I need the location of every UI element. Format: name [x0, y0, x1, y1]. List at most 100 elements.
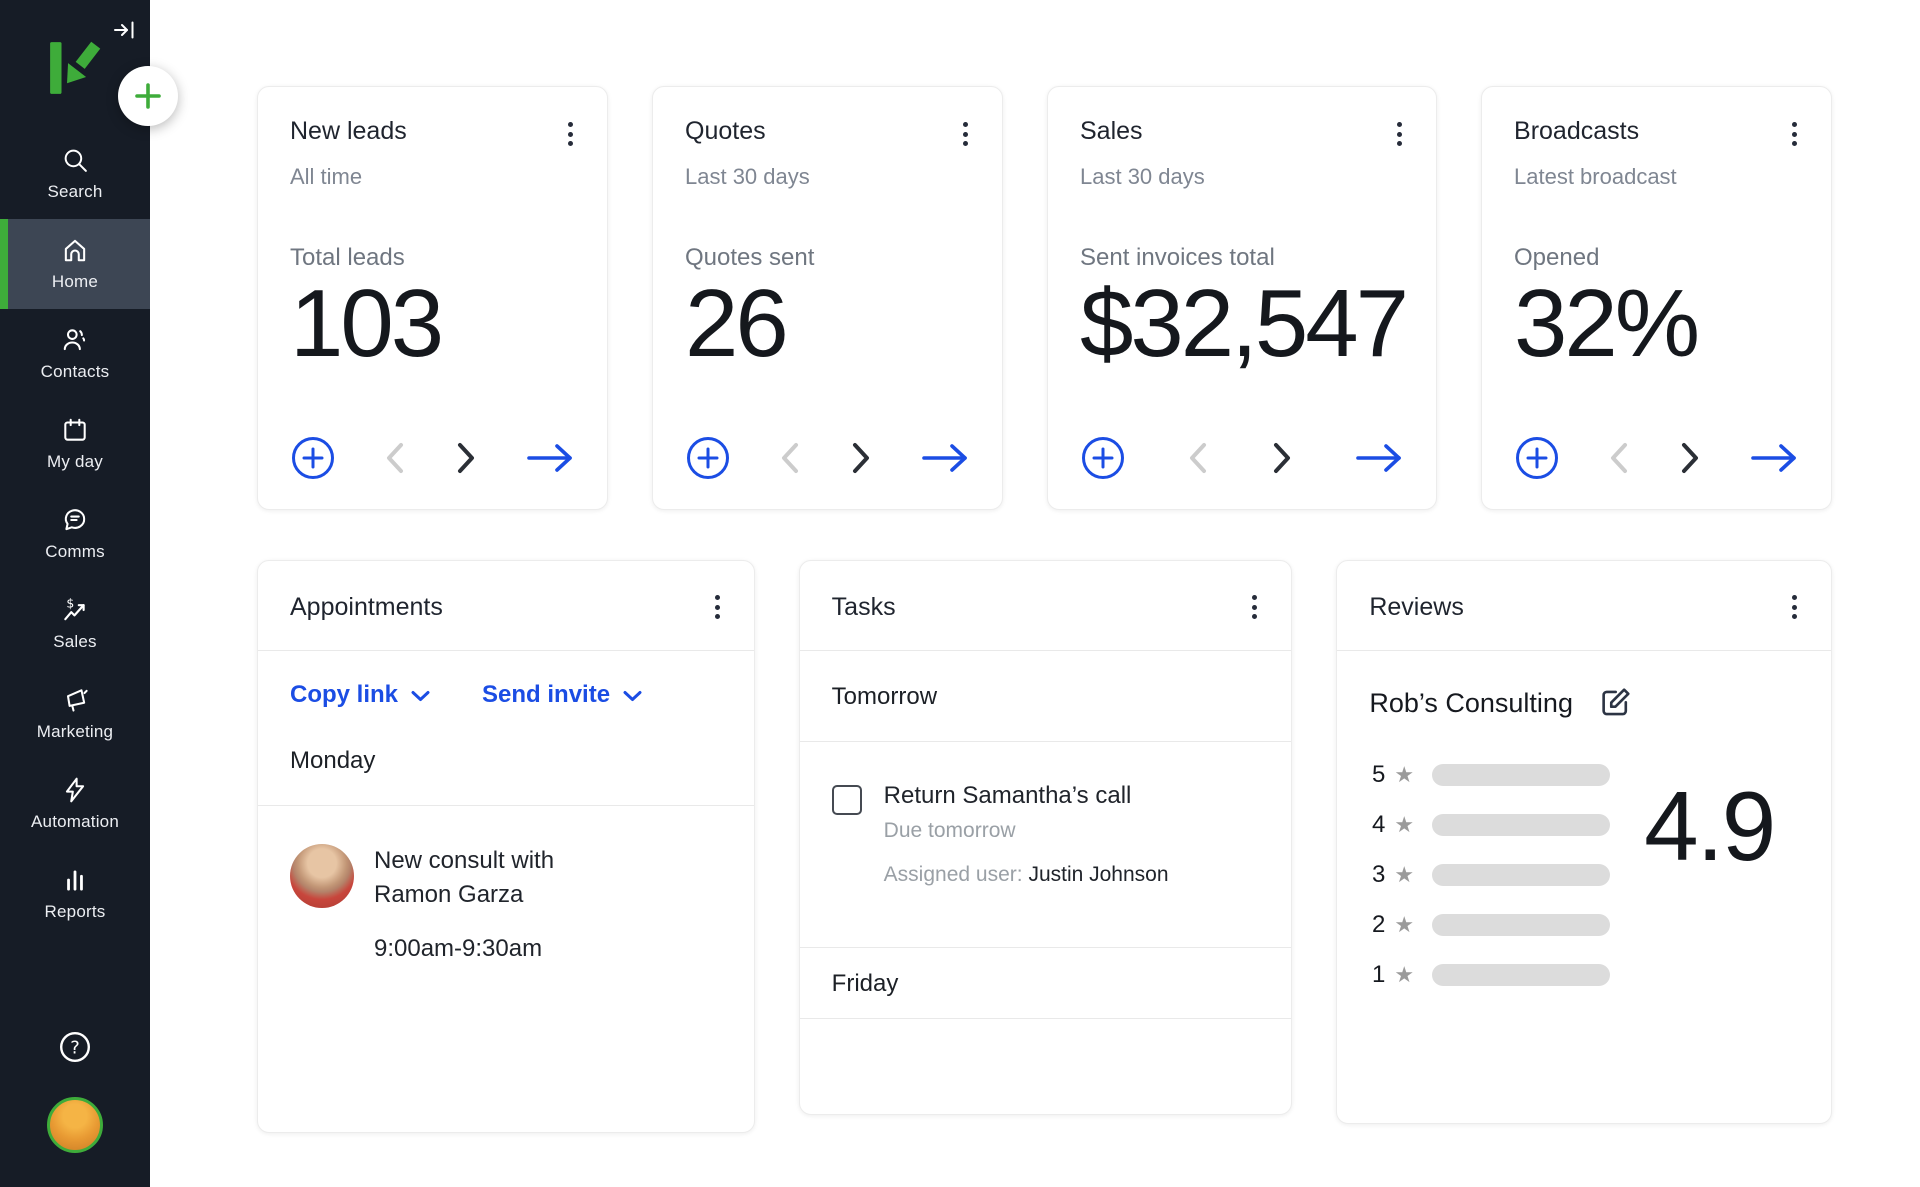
sidebar-item-label: Home — [52, 272, 98, 292]
chevron-right-icon[interactable] — [1679, 441, 1701, 475]
kebab-menu-icon[interactable] — [1788, 590, 1801, 624]
sidebar-item-label: Search — [47, 182, 102, 202]
card-title: Reviews — [1369, 593, 1463, 622]
help-icon[interactable]: ? — [57, 1029, 93, 1065]
appointments-card: Appointments Copy link Send invite — [257, 560, 755, 1133]
expand-sidebar-icon[interactable] — [112, 20, 138, 45]
chat-icon — [61, 506, 89, 534]
card-subtitle: Last 30 days — [1080, 164, 1406, 190]
copy-link-dropdown[interactable]: Copy link — [290, 681, 430, 709]
kebab-menu-icon[interactable] — [711, 590, 724, 624]
tasks-section-tomorrow: Tomorrow — [800, 651, 1292, 742]
sidebar-item-automation[interactable]: Automation — [0, 759, 150, 849]
task-checkbox[interactable] — [832, 785, 862, 815]
send-invite-label: Send invite — [482, 681, 610, 709]
star-count: 5 — [1369, 761, 1385, 789]
send-invite-dropdown[interactable]: Send invite — [482, 681, 642, 709]
arrow-right-icon[interactable] — [920, 441, 972, 475]
sidebar-item-sales[interactable]: $ Sales — [0, 579, 150, 669]
chevron-left-icon[interactable] — [384, 441, 406, 475]
add-circle-icon[interactable] — [1514, 435, 1560, 481]
arrow-right-icon[interactable] — [1749, 441, 1801, 475]
sidebar-item-label: Reports — [45, 902, 106, 922]
chevron-down-icon — [411, 681, 430, 709]
add-circle-icon[interactable] — [1080, 435, 1126, 481]
svg-text:?: ? — [70, 1038, 80, 1059]
add-circle-icon[interactable] — [685, 435, 731, 481]
metric-label: Sent invoices total — [1080, 244, 1406, 272]
metric-label: Opened — [1514, 244, 1801, 272]
chevron-right-icon[interactable] — [850, 441, 872, 475]
stats-row: New leads All time Total leads 103 — [257, 86, 1832, 510]
lightning-icon — [61, 776, 89, 804]
sidebar-item-label: My day — [47, 452, 103, 472]
sidebar-item-label: Marketing — [37, 722, 113, 742]
chevron-left-icon[interactable] — [1187, 441, 1209, 475]
sidebar-item-label: Sales — [53, 632, 97, 652]
sidebar-item-comms[interactable]: Comms — [0, 489, 150, 579]
kebab-menu-icon[interactable] — [564, 117, 577, 151]
star-icon: ★ — [1394, 862, 1414, 888]
tasks-section-friday: Friday — [800, 948, 1292, 1019]
appointment-time: 9:00am-9:30am — [374, 935, 624, 963]
sidebar-item-reports[interactable]: Reports — [0, 849, 150, 939]
task-list-item[interactable]: Return Samantha’s call Due tomorrow Assi… — [800, 742, 1292, 948]
kebab-menu-icon[interactable] — [1248, 590, 1261, 624]
chevron-right-icon[interactable] — [455, 441, 477, 475]
search-icon — [62, 147, 89, 174]
calendar-icon — [61, 416, 89, 444]
metric-value: $32,547 — [1080, 274, 1406, 374]
chevron-left-icon[interactable] — [1608, 441, 1630, 475]
rating-row: 3 ★ — [1369, 861, 1610, 889]
task-title: Return Samantha’s call — [884, 782, 1169, 810]
dashboard-main: New leads All time Total leads 103 — [150, 0, 1920, 1133]
user-avatar[interactable] — [47, 1097, 103, 1153]
star-icon: ★ — [1394, 762, 1414, 788]
metric-value: 103 — [290, 274, 577, 374]
rating-row: 2 ★ — [1369, 911, 1610, 939]
kebab-menu-icon[interactable] — [1393, 117, 1406, 151]
chevron-left-icon[interactable] — [779, 441, 801, 475]
add-circle-icon[interactable] — [290, 435, 336, 481]
arrow-right-icon[interactable] — [1354, 441, 1406, 475]
task-due: Due tomorrow — [884, 819, 1169, 843]
card-subtitle: Last 30 days — [685, 164, 972, 190]
metric-label: Total leads — [290, 244, 577, 272]
keap-logo-icon[interactable] — [49, 40, 101, 101]
kebab-menu-icon[interactable] — [959, 117, 972, 151]
card-subtitle: Latest broadcast — [1514, 164, 1801, 190]
star-count: 2 — [1369, 911, 1385, 939]
sidebar-item-marketing[interactable]: Marketing — [0, 669, 150, 759]
appointments-day-label: Monday — [258, 709, 754, 806]
card-title: Broadcasts — [1514, 117, 1639, 146]
appointment-title: New consult with Ramon Garza — [374, 844, 624, 911]
sales-icon: $ — [61, 596, 89, 624]
star-icon: ★ — [1394, 962, 1414, 988]
stat-card-quotes: Quotes Last 30 days Quotes sent 26 — [652, 86, 1003, 510]
assigned-label: Assigned user: — [884, 863, 1023, 886]
home-icon — [61, 236, 89, 264]
appointment-list-item[interactable]: New consult with Ramon Garza 9:00am-9:30… — [258, 806, 754, 963]
card-title: Sales — [1080, 117, 1143, 146]
rating-bar-track — [1432, 814, 1610, 836]
bar-chart-icon — [61, 866, 89, 894]
sidebar-item-label: Automation — [31, 812, 119, 832]
add-button[interactable] — [118, 66, 178, 126]
arrow-right-icon[interactable] — [525, 441, 577, 475]
sidebar-item-label: Comms — [45, 542, 105, 562]
sidebar-item-search[interactable]: Search — [0, 129, 150, 219]
card-title: New leads — [290, 117, 407, 146]
svg-text:$: $ — [66, 596, 74, 610]
card-title: Quotes — [685, 117, 766, 146]
chevron-right-icon[interactable] — [1271, 441, 1293, 475]
sidebar: Search Home Contacts My day — [0, 0, 150, 1187]
rating-row: 4 ★ — [1369, 811, 1610, 839]
sidebar-item-home[interactable]: Home — [0, 219, 150, 309]
sidebar-item-contacts[interactable]: Contacts — [0, 309, 150, 399]
sidebar-item-my-day[interactable]: My day — [0, 399, 150, 489]
task-assigned: Assigned user: Justin Johnson — [884, 863, 1169, 887]
kebab-menu-icon[interactable] — [1788, 117, 1801, 151]
sidebar-nav: Search Home Contacts My day — [0, 129, 150, 939]
edit-icon[interactable] — [1597, 685, 1633, 721]
star-count: 1 — [1369, 961, 1385, 989]
